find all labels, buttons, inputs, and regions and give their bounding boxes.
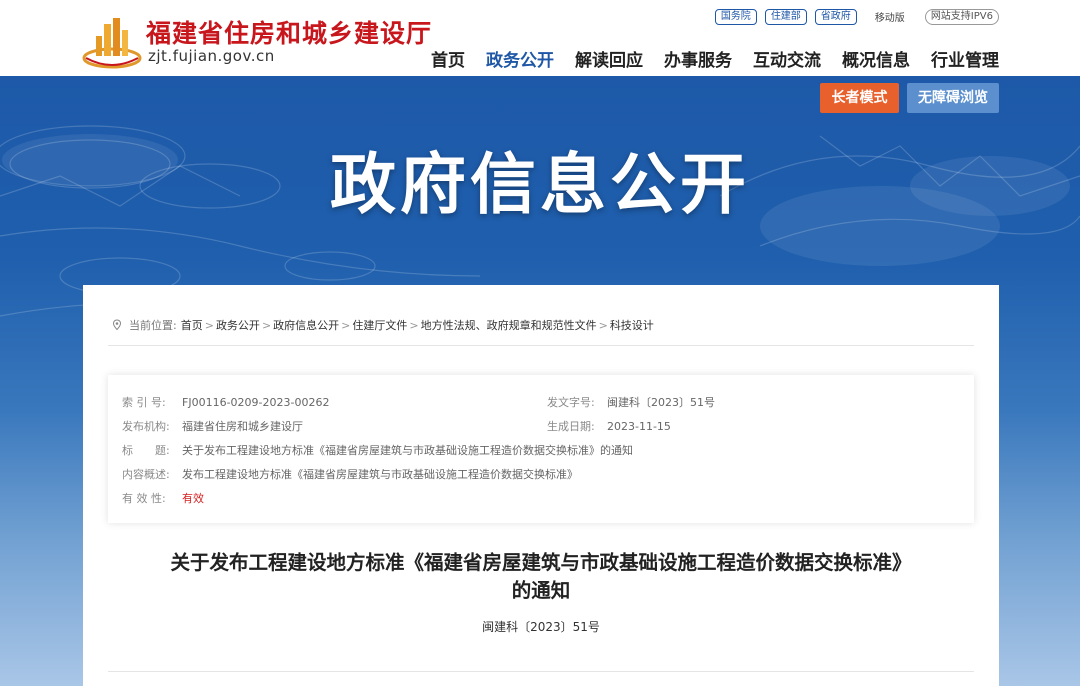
- link-state-council[interactable]: 国务院: [714, 8, 757, 25]
- info-doc-number-label: 发文字号:: [547, 396, 595, 409]
- info-summary: 内容概述: 发布工程建设地方标准《福建省房屋建筑与市政基础设施工程造价数据交换标准…: [122, 466, 578, 482]
- info-summary-label: 内容概述:: [122, 468, 170, 481]
- info-doc-number-value: 闽建科〔2023〕51号: [607, 396, 715, 409]
- nav-gov-affairs[interactable]: 政务公开: [486, 46, 554, 71]
- logo-title: 福建省住房和城乡建设厅: [146, 19, 433, 48]
- info-title: 标 题: 关于发布工程建设地方标准《福建省房屋建筑与市政基础设施工程造价数据交换标…: [122, 442, 633, 458]
- nav-interaction[interactable]: 互动交流: [753, 46, 821, 71]
- breadcrumb-separator: >: [409, 318, 419, 332]
- site-header: 福建省住房和城乡建设厅 zjt.fujian.gov.cn 国务院 住建部 省政…: [0, 0, 1080, 76]
- nav-overview[interactable]: 概况信息: [842, 46, 910, 71]
- info-validity-label: 有 效 性:: [122, 492, 166, 505]
- nav-services[interactable]: 办事服务: [664, 46, 732, 71]
- info-summary-value: 发布工程建设地方标准《福建省房屋建筑与市政基础设施工程造价数据交换标准》: [182, 468, 578, 481]
- link-mohurd[interactable]: 住建部: [764, 8, 807, 25]
- content-panel: 当前位置: 首页 > 政务公开 > 政府信息公开 > 住建厅文件 > 地方性法规…: [83, 285, 999, 686]
- top-links: 国务院 住建部 省政府 移动版 网站支持IPV6: [714, 8, 999, 25]
- banner-title: 政府信息公开: [330, 146, 750, 223]
- content-divider: [108, 671, 974, 672]
- info-org: 发布机构: 福建省住房和城乡建设厅: [122, 418, 303, 434]
- logo-emblem-icon: [82, 18, 142, 69]
- link-provincial-gov[interactable]: 省政府: [814, 8, 857, 25]
- info-date-value: 2023-11-15: [607, 420, 671, 433]
- document-title: 关于发布工程建设地方标准《福建省房屋建筑与市政基础设施工程造价数据交换标准》 的…: [83, 549, 999, 605]
- main-nav: 首页 政务公开 解读回应 办事服务 互动交流 概况信息 行业管理: [431, 46, 999, 71]
- breadcrumb-gov-info[interactable]: 政府信息公开: [273, 317, 339, 333]
- breadcrumb-tech-design[interactable]: 科技设计: [610, 317, 654, 333]
- breadcrumb-divider: [108, 345, 974, 346]
- breadcrumb-label: 当前位置:: [129, 319, 177, 332]
- logo-url: zjt.fujian.gov.cn: [148, 47, 275, 65]
- mobile-version-link[interactable]: 移动版: [875, 9, 905, 24]
- info-index-label: 索 引 号:: [122, 396, 166, 409]
- breadcrumb-gov-affairs[interactable]: 政务公开: [216, 317, 260, 333]
- ipv6-badge: 网站支持IPV6: [924, 8, 999, 25]
- nav-interpretation[interactable]: 解读回应: [575, 46, 643, 71]
- info-index: 索 引 号: FJ00116-0209-2023-00262: [122, 394, 329, 410]
- info-date-label: 生成日期:: [547, 420, 595, 433]
- document-info-box: 索 引 号: FJ00116-0209-2023-00262 发文字号: 闽建科〔2…: [108, 375, 974, 523]
- breadcrumb-regulations[interactable]: 地方性法规、政府规章和规范性文件: [421, 317, 597, 333]
- document-number: 闽建科〔2023〕51号: [482, 620, 600, 634]
- breadcrumb-separator: >: [261, 318, 272, 332]
- nav-home[interactable]: 首页: [431, 46, 465, 71]
- breadcrumb-separator: >: [598, 318, 608, 332]
- accessible-browse-button[interactable]: 无障碍浏览: [907, 83, 999, 113]
- info-date: 生成日期: 2023-11-15: [547, 418, 671, 434]
- elder-mode-button[interactable]: 长者模式: [820, 83, 899, 113]
- site-logo[interactable]: 福建省住房和城乡建设厅 zjt.fujian.gov.cn: [82, 12, 442, 72]
- info-title-label: 标 题:: [122, 444, 170, 457]
- location-pin-icon: [112, 319, 122, 331]
- info-validity: 有 效 性: 有效: [122, 490, 204, 506]
- info-org-value: 福建省住房和城乡建设厅: [182, 420, 303, 433]
- info-org-label: 发布机构:: [122, 420, 170, 433]
- info-index-value: FJ00116-0209-2023-00262: [182, 396, 330, 409]
- breadcrumb-separator: >: [204, 318, 214, 332]
- breadcrumb-separator: >: [341, 318, 351, 332]
- breadcrumb-dept-docs[interactable]: 住建厅文件: [352, 317, 407, 333]
- breadcrumb: 当前位置: 首页 > 政务公开 > 政府信息公开 > 住建厅文件 > 地方性法规…: [111, 317, 654, 333]
- document-title-line2: 的通知: [511, 579, 571, 602]
- info-doc-number: 发文字号: 闽建科〔2023〕51号: [547, 394, 715, 410]
- breadcrumb-home[interactable]: 首页: [181, 317, 203, 333]
- document-title-line1: 关于发布工程建设地方标准《福建省房屋建筑与市政基础设施工程造价数据交换标准》: [170, 551, 912, 574]
- info-validity-value: 有效: [182, 492, 204, 505]
- nav-industry[interactable]: 行业管理: [931, 46, 999, 71]
- info-title-value: 关于发布工程建设地方标准《福建省房屋建筑与市政基础设施工程造价数据交换标准》的通…: [182, 444, 633, 457]
